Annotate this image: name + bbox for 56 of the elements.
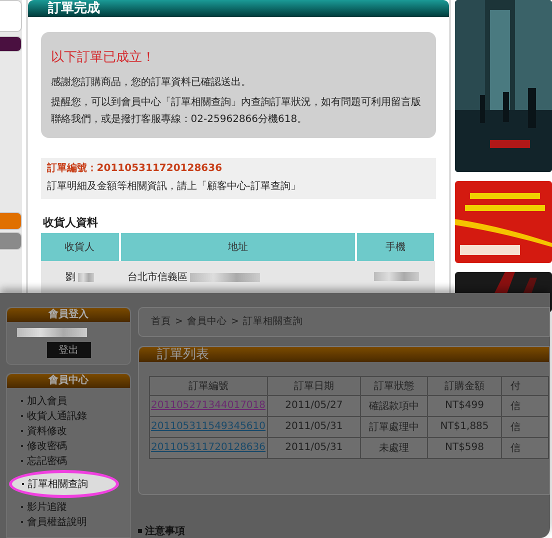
redaction-mark xyxy=(17,328,87,337)
table-cell: NT$598 xyxy=(427,437,502,458)
bullet-icon xyxy=(138,529,142,533)
column-header: 訂單日期 xyxy=(267,376,361,396)
notice-heading: 以下訂單已成立！ xyxy=(50,49,156,66)
breadcrumb-separator: > xyxy=(175,316,183,328)
notice-text: 感謝您訂購商品，您的訂單資料已確認送出。 xyxy=(50,76,252,90)
redaction-mark xyxy=(374,272,419,282)
column-header: 訂購金額 xyxy=(427,376,502,396)
address-text: 台北市信義區 xyxy=(128,272,188,283)
order-link[interactable]: 201105271344017018 xyxy=(151,400,266,412)
menu-item[interactable]: 資料修改 xyxy=(17,424,130,438)
menu-item[interactable]: 加入會員 xyxy=(17,394,130,408)
column-header: 地址 xyxy=(120,233,356,261)
order-link[interactable]: 201105311549345610 xyxy=(151,421,266,432)
table-cell: 訂單處理中 xyxy=(360,416,428,438)
table-cell: 2011/05/31 xyxy=(267,437,361,458)
breadcrumb-separator: > xyxy=(230,316,239,328)
section-title: 訂單完成 xyxy=(28,0,449,17)
section-heading: 收貨人資料 xyxy=(42,215,99,230)
order-note: 訂單明細及金額等相關資訊，請上「顧客中心-訂單查詢」 xyxy=(46,180,302,194)
side-tab[interactable] xyxy=(0,36,22,52)
menu-item[interactable]: 忘記密碼 xyxy=(17,454,130,468)
table-cell: 信 xyxy=(502,416,548,438)
redaction-mark xyxy=(78,272,94,282)
notice-text: 提醒您，可以到會員中心「訂單相關查詢」內查詢訂單狀況，如有問題可利用留言版聯絡我們，或是撥打客服專線：02-25962866分機618。 xyxy=(50,96,422,127)
redaction-mark xyxy=(190,272,260,282)
table-cell: NT$499 xyxy=(427,395,502,416)
menu-item[interactable]: 修改密碼 xyxy=(17,439,130,453)
logout-button[interactable]: 登出 xyxy=(46,342,90,358)
table-cell: 2011/05/27 xyxy=(267,395,361,416)
breadcrumb-link[interactable]: 會員中心 xyxy=(186,315,227,328)
order-number: 訂單編號：201105311720128636 xyxy=(46,162,224,176)
menu-item[interactable]: 影片追蹤 xyxy=(17,500,130,514)
panel-header: 會員登入 xyxy=(7,308,130,322)
order-link[interactable]: 201105311720128636 xyxy=(151,442,266,454)
table-cell: 2011/05/31 xyxy=(267,416,361,438)
table-cell: 信 xyxy=(502,395,548,416)
table-cell: 未處理 xyxy=(360,437,428,458)
column-header: 收貨人 xyxy=(40,233,120,261)
table-cell: 信 xyxy=(502,437,548,458)
panel-header: 會員中心 xyxy=(7,374,130,388)
table-cell: 確認款項中 xyxy=(360,395,428,416)
breadcrumb-link[interactable]: 訂單相關查詢 xyxy=(242,315,303,328)
breadcrumb-link[interactable]: 首頁 xyxy=(151,315,171,328)
column-header: 手機 xyxy=(356,233,435,261)
menu-item[interactable]: 訂單相關查詢 xyxy=(9,470,119,498)
column-header: 訂單狀態 xyxy=(360,376,428,396)
menu-item[interactable]: 會員權益說明 xyxy=(17,515,130,529)
column-header: 訂單編號 xyxy=(150,376,268,396)
recipient-name: 劉 xyxy=(66,272,76,283)
panel-header: 訂單列表 xyxy=(139,346,549,362)
column-header: 付 xyxy=(502,376,548,396)
table-cell: NT$1,885 xyxy=(427,416,502,438)
menu-item[interactable]: 收貨人通訊錄 xyxy=(17,409,130,423)
notes-heading: 注意事項 xyxy=(145,524,185,538)
